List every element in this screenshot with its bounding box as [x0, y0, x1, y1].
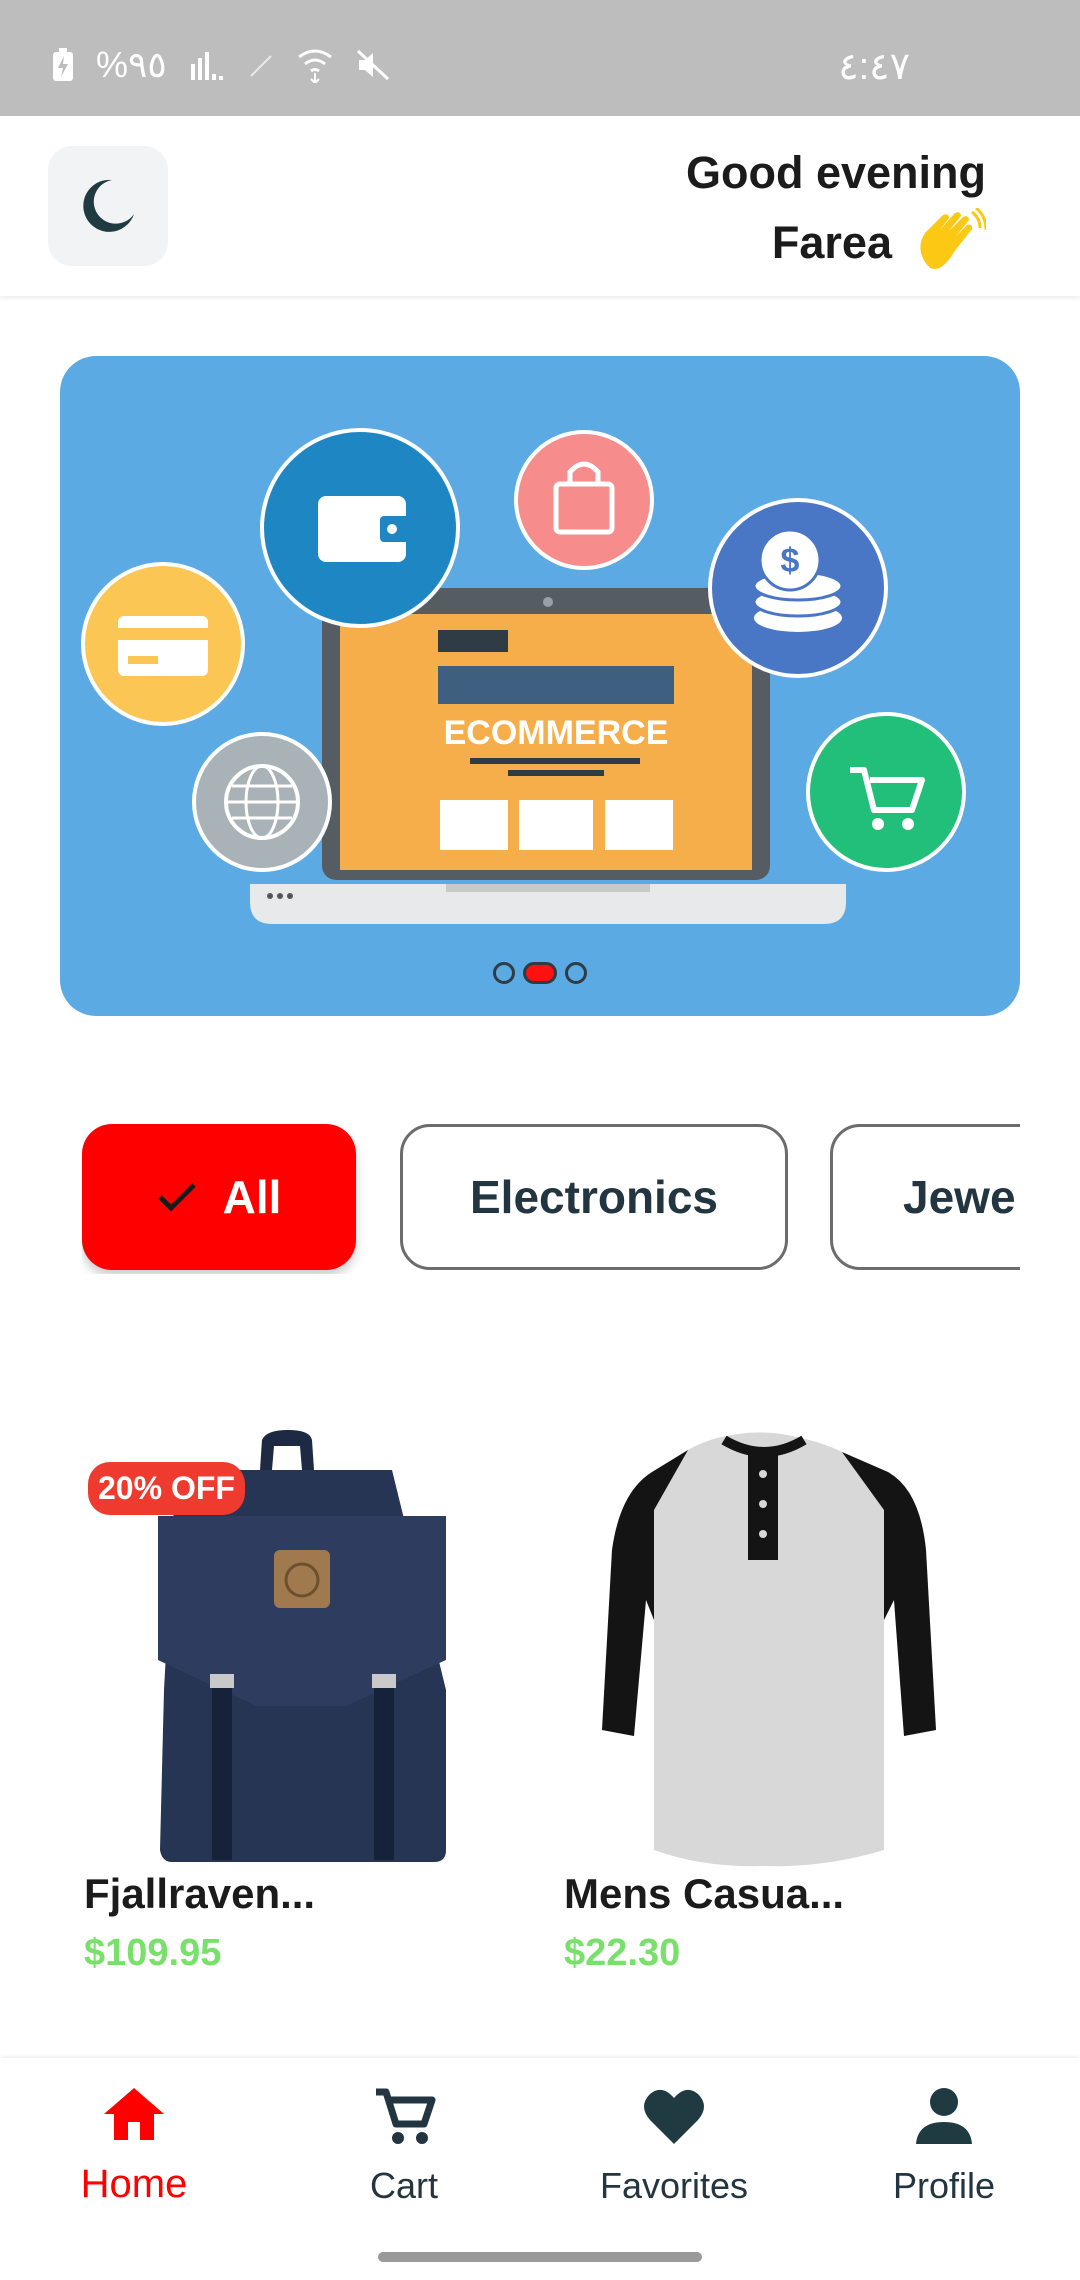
mute-icon [356, 49, 389, 81]
nav-favorites-label: Favorites [599, 2165, 749, 2206]
promo-banner[interactable]: ECOMMERCE $ [60, 356, 1020, 1016]
shopping-bag-icon [514, 430, 654, 570]
product-card[interactable]: 20% OFF Fjallraven... $109.95 [84, 1430, 484, 1975]
home-icon [104, 2088, 164, 2140]
product-title: Mens Casua... [564, 1870, 845, 1917]
battery-charging-icon [53, 48, 73, 81]
nav-cart[interactable]: Cart [284, 2086, 524, 2207]
chip-electronics[interactable]: Electronics [400, 1124, 788, 1270]
globe-icon [192, 732, 332, 872]
cart-icon [376, 2088, 436, 2144]
product-title: Fjallraven... [84, 1870, 316, 1917]
banner-text: ECOMMERCE [444, 714, 669, 752]
discount-badge: 20% OFF [88, 1462, 245, 1515]
clock: ٤:٤٧ [838, 46, 910, 88]
nav-favorites[interactable]: Favorites [554, 2086, 794, 2207]
svg-text:$: $ [781, 542, 800, 580]
no-signal-icon [249, 55, 272, 77]
user-name: Farea [771, 217, 892, 268]
home-indicator-bar[interactable] [378, 2252, 702, 2262]
greeting-text: Good evening [685, 147, 986, 198]
coins-icon: $ [708, 498, 888, 678]
product-image [564, 1430, 964, 1870]
person-icon [916, 2088, 972, 2144]
status-icons: %٩٥ [52, 44, 391, 86]
battery-percent: %٩٥ [96, 44, 167, 85]
greeting: Good evening Farea [686, 138, 986, 278]
carousel-dot[interactable] [565, 962, 587, 984]
carousel-indicator [60, 962, 1020, 984]
heart-icon [644, 2089, 704, 2144]
app-header: Good evening Farea [0, 116, 1080, 296]
credit-card-icon [81, 562, 245, 726]
chip-all[interactable]: All [82, 1124, 356, 1270]
wallet-icon [260, 428, 460, 628]
bottom-navigation: Home Cart Favorites Profile [0, 2058, 1080, 2234]
chip-jewelery[interactable]: Jewe [830, 1124, 1020, 1270]
product-card[interactable]: Mens Casua... $22.30 [564, 1430, 964, 1975]
nav-cart-label: Cart [369, 2165, 438, 2206]
cart-circle-icon [806, 712, 966, 872]
chip-all-label: All [222, 1171, 282, 1223]
signal-icon [190, 52, 223, 80]
carousel-dot-active[interactable] [523, 962, 557, 984]
shirt-image [602, 1432, 936, 1867]
chip-electronics-label: Electronics [470, 1171, 718, 1223]
product-price: $109.95 [84, 1932, 222, 1974]
status-bar: %٩٥ ٤:٤٧ [0, 0, 1080, 116]
waving-hand-icon [920, 208, 986, 269]
check-icon [157, 1183, 196, 1212]
ecommerce-illustration: ECOMMERCE $ [81, 428, 966, 924]
theme-toggle-button[interactable] [48, 146, 168, 266]
nav-profile-label: Profile [892, 2165, 996, 2206]
product-price: $22.30 [564, 1932, 681, 1974]
nav-profile[interactable]: Profile [824, 2086, 1064, 2207]
category-chips: All Electronics Jewe [82, 1124, 1020, 1274]
carousel-dot[interactable] [493, 962, 515, 984]
nav-home-label: Home [80, 2162, 188, 2206]
chip-jewelery-label: Jewe [903, 1171, 1016, 1223]
wifi-icon [297, 49, 332, 83]
nav-home[interactable]: Home [14, 2086, 254, 2207]
product-image: 20% OFF [84, 1430, 484, 1870]
moon-icon [83, 179, 134, 232]
